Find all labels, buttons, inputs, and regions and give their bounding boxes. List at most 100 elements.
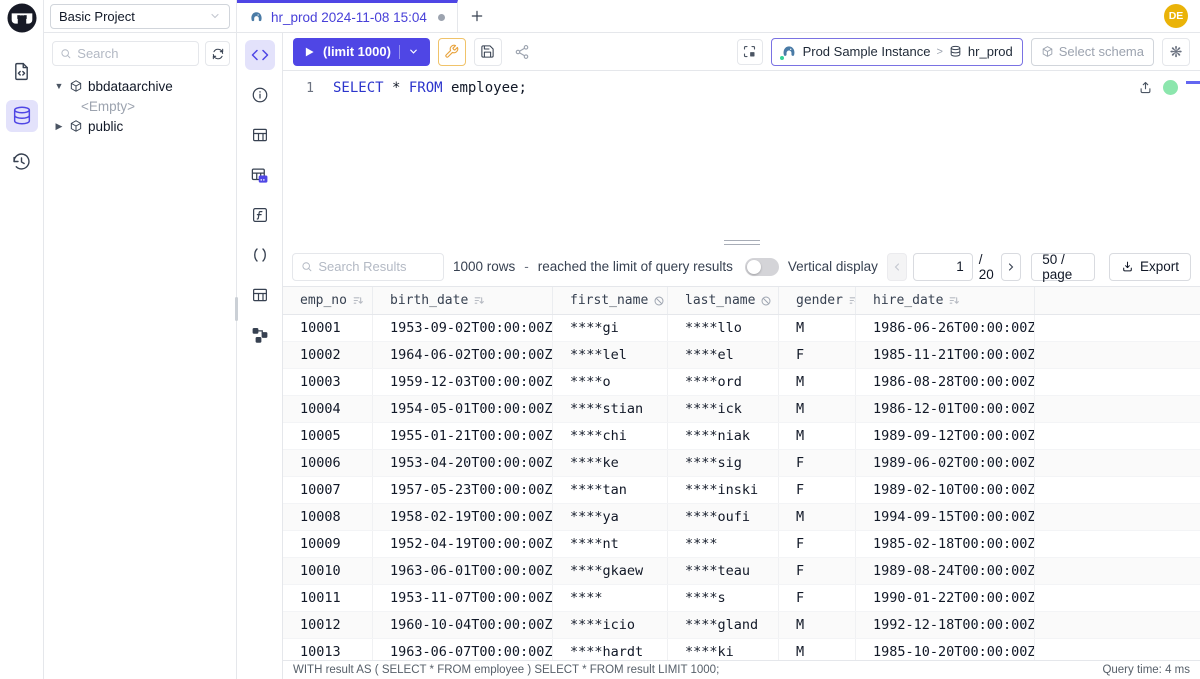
export-button[interactable]: Export — [1109, 253, 1191, 281]
table-cell[interactable]: ****el — [668, 342, 779, 368]
table-cell[interactable]: 1985-02-18T00:00:00Z — [856, 531, 1035, 557]
table-data-icon[interactable] — [245, 160, 275, 190]
history-icon[interactable] — [6, 145, 38, 177]
caret-right-icon[interactable]: ▶ — [54, 121, 64, 132]
table-cell[interactable]: 1954-05-01T00:00:00Z — [373, 396, 553, 422]
table-row[interactable]: 100031959-12-03T00:00:00Z****o****ordM19… — [283, 369, 1200, 396]
table-row[interactable]: 100071957-05-23T00:00:00Z****tan****insk… — [283, 477, 1200, 504]
select-statement-button[interactable] — [737, 39, 763, 65]
table-cell[interactable]: 1986-12-01T00:00:00Z — [856, 396, 1035, 422]
save-button[interactable] — [474, 38, 502, 66]
caret-down-icon[interactable]: ▼ — [54, 81, 64, 91]
table-cell[interactable]: 1955-01-21T00:00:00Z — [373, 423, 553, 449]
table-cell[interactable]: F — [779, 450, 856, 476]
table-row[interactable]: 100061953-04-20T00:00:00Z****ke****sigF1… — [283, 450, 1200, 477]
results-search-input[interactable] — [318, 259, 435, 274]
sort-icon[interactable] — [473, 294, 486, 307]
table-cell[interactable]: 1952-04-19T00:00:00Z — [373, 531, 553, 557]
select-schema[interactable]: Select schema — [1031, 38, 1154, 66]
share-button[interactable] — [510, 40, 534, 64]
explorer-search-input[interactable] — [77, 46, 191, 61]
panel-resize-grip[interactable] — [235, 297, 238, 321]
table-cell[interactable]: ****llo — [668, 315, 779, 341]
chevron-down-icon[interactable] — [408, 46, 419, 57]
table-row[interactable]: 100041954-05-01T00:00:00Z****stian****ic… — [283, 396, 1200, 423]
column-header-emp_no[interactable]: emp_no — [283, 287, 373, 314]
table-cell[interactable]: ****icio — [553, 612, 668, 638]
table-cell[interactable]: ****lel — [553, 342, 668, 368]
sort-icon[interactable] — [352, 294, 365, 307]
table-cell[interactable]: 1959-12-03T00:00:00Z — [373, 369, 553, 395]
table-cell[interactable]: M — [779, 315, 856, 341]
prev-page-button[interactable] — [887, 253, 907, 281]
project-select[interactable]: Basic Project — [50, 4, 230, 29]
info-icon[interactable] — [245, 80, 275, 110]
table-cell[interactable]: 1958-02-19T00:00:00Z — [373, 504, 553, 530]
next-page-button[interactable] — [1001, 253, 1021, 281]
table-cell[interactable]: ****gland — [668, 612, 779, 638]
sql-code[interactable]: SELECT * FROM employee; — [323, 71, 527, 237]
sort-icon[interactable] — [848, 294, 856, 307]
table-cell[interactable]: 1989-02-10T00:00:00Z — [856, 477, 1035, 503]
table-cell[interactable]: 1963-06-07T00:00:00Z — [373, 639, 553, 660]
table-cell[interactable]: ****gkaew — [553, 558, 668, 584]
table-cell[interactable]: 1957-05-23T00:00:00Z — [373, 477, 553, 503]
schema-diagram-icon[interactable] — [245, 320, 275, 350]
procedures-icon[interactable] — [245, 240, 275, 270]
table-row[interactable]: 100081958-02-19T00:00:00Z****ya****oufiM… — [283, 504, 1200, 531]
table-cell[interactable]: 1992-12-18T00:00:00Z — [856, 612, 1035, 638]
table-cell[interactable]: ****o — [553, 369, 668, 395]
new-tab-button[interactable] — [458, 0, 496, 32]
refresh-button[interactable] — [205, 41, 230, 66]
table-cell[interactable]: 1989-09-12T00:00:00Z — [856, 423, 1035, 449]
table-cell[interactable]: ****chi — [553, 423, 668, 449]
table-cell[interactable]: 1986-06-26T00:00:00Z — [856, 315, 1035, 341]
table-cell[interactable]: 1989-08-24T00:00:00Z — [856, 558, 1035, 584]
table-cell[interactable]: 1963-06-01T00:00:00Z — [373, 558, 553, 584]
table-cell[interactable]: ****ke — [553, 450, 668, 476]
table-row[interactable]: 100121960-10-04T00:00:00Z****icio****gla… — [283, 612, 1200, 639]
table-cell[interactable]: M — [779, 423, 856, 449]
table-cell[interactable]: F — [779, 558, 856, 584]
table-cell[interactable]: ****ki — [668, 639, 779, 660]
table-cell[interactable]: ****nt — [553, 531, 668, 557]
table-cell[interactable]: 1985-10-20T00:00:00Z — [856, 639, 1035, 660]
tables-icon[interactable] — [245, 120, 275, 150]
table-cell[interactable]: 1985-11-21T00:00:00Z — [856, 342, 1035, 368]
table-cell[interactable]: 1964-06-02T00:00:00Z — [373, 342, 553, 368]
table-cell[interactable]: 1990-01-22T00:00:00Z — [856, 585, 1035, 611]
table-cell[interactable]: ****sig — [668, 450, 779, 476]
table-cell[interactable]: 1953-09-02T00:00:00Z — [373, 315, 553, 341]
table-row[interactable]: 100021964-06-02T00:00:00Z****lel****elF1… — [283, 342, 1200, 369]
sql-editor[interactable]: 1 SELECT * FROM employee; — [283, 71, 1200, 237]
column-header-last_name[interactable]: last_name — [668, 287, 779, 314]
database-nav-icon[interactable] — [6, 100, 38, 132]
table-cell[interactable]: ****hardt — [553, 639, 668, 660]
table-cell[interactable]: 10006 — [283, 450, 373, 476]
table-row[interactable]: 100111953-11-07T00:00:00Z********sF1990-… — [283, 585, 1200, 612]
table-cell[interactable]: 1986-08-28T00:00:00Z — [856, 369, 1035, 395]
table-cell[interactable]: ****s — [668, 585, 779, 611]
table-cell[interactable]: F — [779, 585, 856, 611]
table-cell[interactable]: ****ick — [668, 396, 779, 422]
table-cell[interactable]: 10011 — [283, 585, 373, 611]
sort-icon[interactable] — [948, 294, 961, 307]
code-view-icon[interactable] — [245, 40, 275, 70]
page-size-select[interactable]: 50 / page — [1031, 253, 1095, 281]
table-cell[interactable]: F — [779, 477, 856, 503]
functions-icon[interactable] — [245, 200, 275, 230]
tree-item-public[interactable]: ▶ public — [54, 116, 236, 136]
worksheet-icon[interactable] — [6, 55, 38, 87]
table-cell[interactable]: 10007 — [283, 477, 373, 503]
bytebase-logo-icon[interactable] — [7, 3, 37, 33]
table-cell[interactable]: ****niak — [668, 423, 779, 449]
table-cell[interactable]: **** — [553, 585, 668, 611]
table-cell[interactable]: ****oufi — [668, 504, 779, 530]
table-cell[interactable]: 1960-10-04T00:00:00Z — [373, 612, 553, 638]
table-cell[interactable]: 10001 — [283, 315, 373, 341]
table-cell[interactable]: M — [779, 639, 856, 660]
table-cell[interactable]: 10008 — [283, 504, 373, 530]
page-number-input[interactable] — [913, 253, 973, 281]
table-cell[interactable]: 10003 — [283, 369, 373, 395]
table-cell[interactable]: M — [779, 369, 856, 395]
